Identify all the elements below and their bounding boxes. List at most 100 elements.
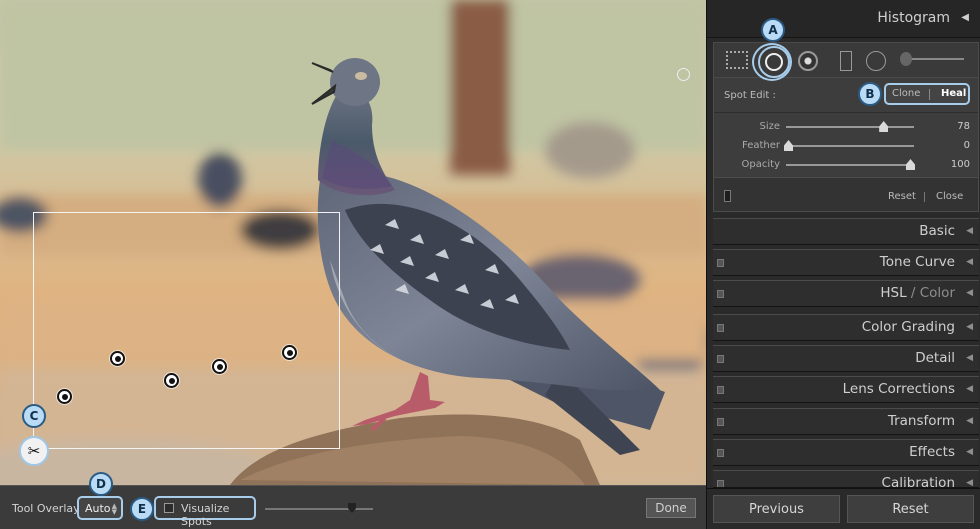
tool-toggle-switch[interactable] [724, 190, 731, 202]
spot-source-selection[interactable] [33, 212, 340, 449]
visualize-spots-checkbox[interactable] [164, 503, 174, 513]
feather-label: Feather [741, 140, 780, 151]
hsl-separator: / [910, 285, 916, 301]
graduated-filter-icon[interactable] [840, 51, 852, 71]
section-hsl-color[interactable]: HSL / Color ◀ [713, 280, 979, 307]
right-panel: Histogram ◀ Spot Edit : Clone Heal Size … [706, 0, 980, 529]
section-toggle-switch[interactable] [717, 480, 724, 487]
tool-overlay-label: Tool Overlay [12, 502, 80, 515]
section-title: Detail [915, 350, 955, 366]
visualize-threshold-thumb[interactable] [348, 503, 356, 513]
section-lens-corrections[interactable]: Lens Corrections ◀ [713, 376, 979, 403]
spot-removal-tool-icon[interactable] [758, 46, 790, 78]
section-toggle-switch[interactable] [717, 449, 724, 457]
section-basic[interactable]: Basic ◀ [713, 218, 979, 245]
hsl-tab[interactable]: HSL [880, 285, 906, 301]
color-tab[interactable]: Color [920, 285, 955, 301]
section-title: HSL / Color [880, 285, 955, 301]
reset-button[interactable]: Reset [888, 191, 916, 202]
feather-value[interactable]: 0 [964, 140, 970, 151]
opacity-slider-row: Opacity 100 [714, 156, 980, 174]
section-tone-curve[interactable]: Tone Curve ◀ [713, 249, 979, 276]
callout-b: B [858, 82, 882, 106]
spot-pin[interactable] [212, 359, 227, 374]
tool-strip [713, 42, 979, 78]
expand-arrow-icon[interactable]: ◀ [966, 257, 973, 267]
section-toggle-switch[interactable] [717, 259, 724, 267]
section-title: Effects [909, 444, 955, 460]
expand-arrow-icon[interactable]: ◀ [966, 416, 973, 426]
spot-pin[interactable] [57, 389, 72, 404]
done-button[interactable]: Done [646, 498, 696, 518]
opacity-label: Opacity [741, 159, 780, 170]
spot-edit-footer: Reset Close [713, 178, 979, 212]
spot-pin[interactable] [110, 351, 125, 366]
brush-cursor [677, 68, 690, 81]
expand-arrow-icon[interactable]: ◀ [966, 478, 973, 487]
spot-edit-panel: Spot Edit : Clone Heal Size 78 Feather 0… [713, 78, 979, 178]
section-effects[interactable]: Effects ◀ [713, 439, 979, 466]
section-toggle-switch[interactable] [717, 386, 724, 394]
callout-e: E [130, 497, 154, 521]
previous-button[interactable]: Previous [713, 495, 840, 523]
section-toggle-switch[interactable] [717, 355, 724, 363]
visualize-threshold-slider[interactable] [265, 508, 373, 510]
spot-pin[interactable] [282, 345, 297, 360]
section-title: Tone Curve [879, 254, 955, 270]
section-toggle-switch[interactable] [717, 290, 724, 298]
spot-mode-group: Clone Heal [884, 83, 970, 105]
lightroom-develop-window: ✂ Tool Overlay Auto ▲ ▼ Visualize Spots D… [0, 0, 980, 529]
histogram-title: Histogram [877, 10, 950, 26]
divider [714, 112, 978, 113]
opacity-slider[interactable] [786, 159, 915, 170]
size-value[interactable]: 78 [957, 121, 970, 132]
tool-overlay-value: Auto [85, 502, 111, 515]
expand-arrow-icon[interactable]: ◀ [966, 384, 973, 394]
section-transform[interactable]: Transform ◀ [713, 408, 979, 435]
mode-divider [929, 89, 930, 100]
visualize-spots-toggle[interactable]: Visualize Spots [154, 496, 256, 528]
red-eye-tool-icon[interactable] [798, 51, 818, 71]
heal-button[interactable]: Heal [941, 88, 966, 99]
expand-arrow-icon[interactable]: ◀ [966, 226, 973, 236]
radial-filter-icon[interactable] [866, 51, 886, 71]
clone-button[interactable]: Clone [892, 88, 920, 99]
section-detail[interactable]: Detail ◀ [713, 345, 979, 372]
expand-arrow-icon[interactable]: ◀ [966, 353, 973, 363]
scissors-icon[interactable]: ✂ [19, 436, 49, 466]
reset-all-button[interactable]: Reset [847, 495, 974, 523]
stepper-arrows-icon: ▲ ▼ [111, 502, 117, 516]
section-toggle-switch[interactable] [717, 324, 724, 332]
panel-footer: Previous Reset [707, 488, 980, 529]
collapse-arrow-icon[interactable]: ◀ [961, 12, 969, 23]
close-button[interactable]: Close [936, 191, 963, 202]
expand-arrow-icon[interactable]: ◀ [966, 322, 973, 332]
feather-slider-thumb[interactable] [784, 140, 793, 151]
expand-arrow-icon[interactable]: ◀ [966, 288, 973, 298]
section-color-grading[interactable]: Color Grading ◀ [713, 314, 979, 341]
size-slider-row: Size 78 [714, 118, 980, 136]
section-toggle-switch[interactable] [717, 418, 724, 426]
feather-slider[interactable] [784, 140, 914, 151]
tool-overlay-select[interactable]: Auto ▲ ▼ [77, 496, 123, 520]
spot-pin[interactable] [164, 373, 179, 388]
size-label: Size [759, 121, 780, 132]
opacity-value[interactable]: 100 [951, 159, 970, 170]
size-slider[interactable] [786, 121, 914, 132]
size-slider-thumb[interactable] [879, 121, 889, 132]
callout-d: D [89, 472, 113, 496]
opacity-slider-thumb[interactable] [906, 159, 915, 170]
section-calibration[interactable]: Calibration ◀ [713, 470, 979, 488]
section-title: Calibration [881, 475, 955, 488]
histogram-header[interactable]: Histogram ◀ [707, 0, 980, 38]
visualize-spots-label: Visualize Spots [181, 502, 230, 528]
adjustment-brush-icon[interactable] [900, 52, 964, 66]
expand-arrow-icon[interactable]: ◀ [966, 447, 973, 457]
divider [924, 192, 925, 202]
callout-a: A [761, 18, 785, 42]
photo-canvas[interactable]: ✂ [0, 0, 706, 485]
section-title: Lens Corrections [842, 381, 955, 397]
section-title: Basic [919, 223, 955, 239]
section-title: Transform [887, 413, 955, 429]
crop-tool-icon[interactable] [726, 51, 748, 69]
